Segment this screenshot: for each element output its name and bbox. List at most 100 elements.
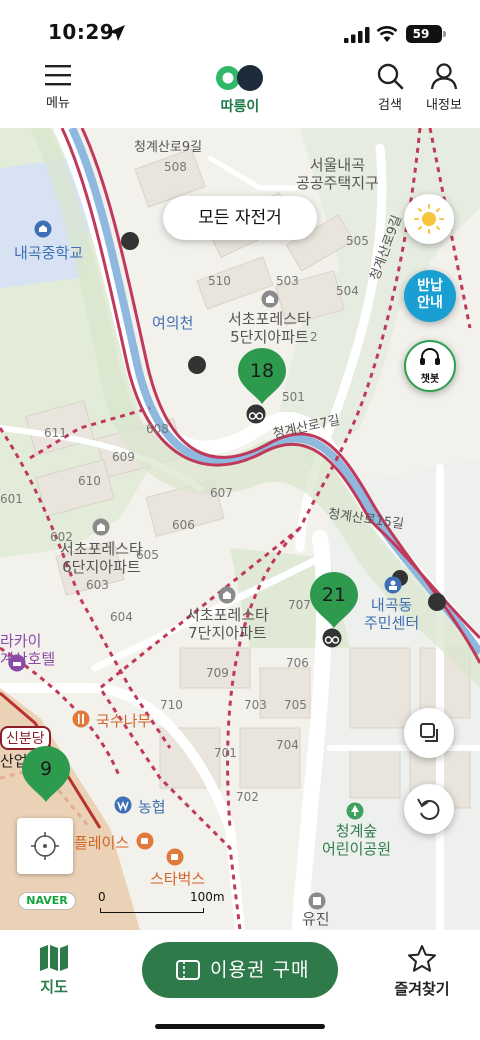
apartment-label: 서초포레스타 6단지아파트 — [60, 540, 143, 576]
building-number: 505 — [346, 234, 369, 248]
stream-label: 여의천 — [152, 314, 194, 332]
battery-level: 59 — [412, 27, 430, 41]
scale-zero: 0 — [98, 890, 106, 904]
bank-label: 농협 — [138, 798, 166, 816]
station-bike-count: 21 — [321, 584, 347, 606]
park-label-line2: 어린이공원 — [322, 840, 392, 858]
tab-favorites[interactable]: 즐겨찾기 — [380, 944, 464, 1004]
building-number: 610 — [78, 474, 101, 488]
bike-station-icon[interactable] — [246, 404, 266, 424]
profile-button[interactable]: 내정보 — [412, 62, 476, 122]
building-number: 611 — [44, 426, 67, 440]
profile-label: 내정보 — [426, 98, 462, 113]
current-location-button[interactable] — [17, 818, 73, 874]
logo-label: 따릉이 — [220, 99, 260, 115]
apartment-label: 서초포레스타 5단지아파트 — [228, 310, 311, 346]
apartment-label-line1: 서초포레스타 — [186, 606, 269, 624]
building-number: 510 — [208, 274, 231, 288]
road-label: 청계산로9길 — [134, 140, 203, 155]
refresh-button[interactable] — [404, 784, 454, 834]
bike-station-icon[interactable] — [322, 628, 342, 648]
building-number: 504 — [336, 284, 359, 298]
refresh-icon — [417, 798, 440, 820]
apartment-label-line1: 서초포레스타 — [60, 540, 143, 558]
building-number: 709 — [206, 666, 229, 680]
layer-toggle-button[interactable] — [404, 708, 454, 758]
building-number: 605 — [136, 548, 159, 562]
scale-label: 100m — [190, 890, 225, 904]
yujin-label: 유진 — [302, 910, 330, 928]
home-indicator — [155, 1024, 325, 1029]
cellular-signal-icon — [344, 27, 370, 43]
wifi-icon — [376, 26, 398, 42]
community-center-line1: 내곡동 — [370, 596, 413, 614]
restaurant-label: 국수나무 — [96, 712, 152, 730]
menu-button[interactable]: 메뉴 — [26, 62, 90, 122]
chatbot-button[interactable]: 챗봇 — [404, 340, 456, 392]
sun-icon — [414, 204, 444, 234]
location-arrow-icon — [109, 25, 125, 41]
cafe-poi-icon — [136, 832, 154, 850]
bottom-navigation: 지도 이용권 구매 즐겨찾기 — [0, 930, 480, 1040]
apartment-label-line2: 5단지아파트 — [230, 328, 309, 346]
tab-favorites-label: 즐겨찾기 — [394, 980, 450, 998]
ttareungyi-logo-icon — [216, 65, 263, 91]
buy-pass-button[interactable]: 이용권 구매 — [142, 942, 338, 998]
star-icon — [408, 945, 436, 972]
place-label: 플레이스 — [74, 834, 130, 852]
apartment-label: 서초포레스타 7단지아파트 — [186, 606, 269, 642]
community-center-poi-icon — [384, 576, 402, 594]
headset-icon — [420, 348, 440, 365]
bike-station-pin[interactable]: 18 — [236, 346, 288, 406]
building-number: 705 — [284, 698, 307, 712]
district-label-line1: 서울내곡 — [309, 156, 365, 174]
tab-map[interactable]: 지도 — [24, 944, 84, 1004]
apartment-label-line2: 6단지아파트 — [62, 558, 141, 576]
building-number: 703 — [244, 698, 267, 712]
park-label-line1: 청계숲 — [335, 822, 378, 840]
bike-station-pin[interactable]: 21 — [308, 570, 360, 630]
return-guide-button[interactable]: 반납 안내 — [404, 270, 456, 322]
building-number: 608 — [146, 422, 169, 436]
buy-pass-label: 이용권 구매 — [210, 959, 310, 981]
person-icon — [430, 63, 458, 90]
apartment-label-line1: 서초포레스타 — [228, 310, 311, 328]
building-number: 604 — [110, 610, 133, 624]
community-center-label: 내곡동 주민센터 — [364, 596, 419, 632]
starbucks-label: 스타벅스 — [150, 870, 206, 888]
chatbot-label: 챗봇 — [420, 374, 440, 385]
bike-filter-button[interactable]: 모든 자전거 — [163, 196, 317, 240]
status-time: 10:29 — [48, 20, 115, 44]
building-number: 2 — [310, 330, 318, 344]
return-guide-line2: 안내 — [417, 295, 443, 311]
menu-label: 메뉴 — [46, 96, 70, 111]
scale-bar — [100, 908, 204, 913]
battery-icon: 59 — [406, 25, 446, 43]
school-label: 내곡중학교 — [14, 244, 84, 262]
apartment-label-line2: 7단지아파트 — [188, 624, 267, 642]
status-bar: 10:29 59 — [0, 0, 480, 54]
hamburger-menu-icon — [45, 65, 71, 86]
station-bike-count: 18 — [249, 360, 275, 382]
return-guide-line1: 반납 — [417, 278, 443, 294]
bike-station-pin[interactable]: 9 — [20, 744, 72, 804]
school-poi-icon — [34, 220, 52, 238]
building-number: 503 — [276, 274, 299, 288]
building-number: 702 — [236, 790, 259, 804]
weather-button[interactable] — [404, 194, 454, 244]
bank-poi-icon — [114, 796, 132, 814]
map-view[interactable]: 청계산로9길 508 서울내곡 공공주택지구 내곡중학교 505 510 503 … — [0, 128, 480, 930]
building-number: 607 — [210, 486, 233, 500]
building-number: 706 — [286, 656, 309, 670]
app-logo: 따릉이 — [200, 62, 280, 124]
community-center-line2: 주민센터 — [364, 614, 420, 632]
park-label: 청계숲 어린이공원 — [322, 822, 391, 858]
hotel-label-line1: 라카이 — [0, 632, 42, 650]
building-poi-icon — [308, 892, 326, 910]
crosshair-icon — [31, 832, 59, 860]
building-number: 701 — [214, 746, 237, 760]
map-scale: 0 100m — [96, 890, 246, 914]
building-number: 603 — [86, 578, 109, 592]
tab-map-label: 지도 — [40, 978, 68, 996]
cafe-poi-icon — [166, 848, 184, 866]
